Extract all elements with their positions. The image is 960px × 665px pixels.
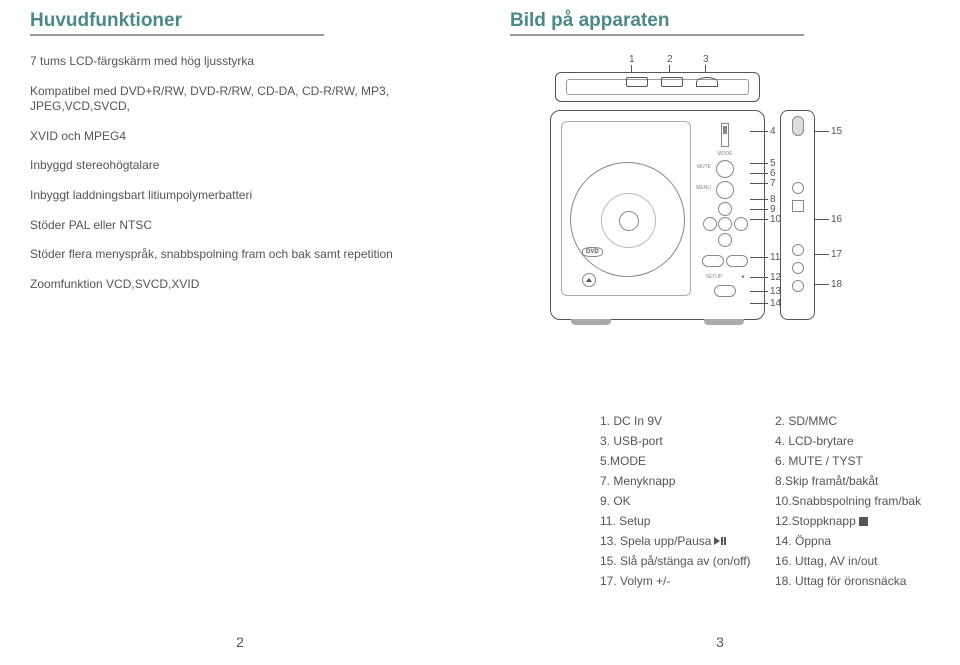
callout-2: 2	[667, 54, 673, 65]
callout-legend: 1. DC In 9V 2. SD/MMC 3. USB-port 4. LCD…	[510, 414, 930, 588]
callout-7: 7	[750, 178, 778, 189]
mute-label: MUTE	[697, 164, 711, 170]
legend-item: 7. Menyknapp	[600, 474, 755, 488]
device-front-view: DVD MODE MUTE MENU SETUP	[550, 110, 765, 320]
eject-icon	[582, 273, 596, 287]
play-button	[714, 285, 736, 297]
legend-item: 14. Öppna	[775, 534, 930, 548]
legend-item: 16. Uttag, AV in/out	[775, 554, 930, 568]
feature-item: Inbyggd stereohögtalare	[30, 158, 450, 174]
callout-13: 13	[750, 286, 783, 297]
left-section-title: Huvudfunktioner	[30, 10, 324, 36]
stop-icon	[859, 517, 868, 526]
setup-button	[702, 255, 724, 267]
mode-label: MODE	[718, 151, 733, 157]
legend-item: 13. Spela upp/Pausa	[600, 534, 755, 548]
feature-item: Stöder flera menyspråk, snabbspolning fr…	[30, 247, 450, 263]
page-number-left: 2	[236, 634, 244, 650]
device-side-view	[780, 110, 815, 320]
dpad	[703, 202, 748, 247]
legend-item: 9. OK	[600, 494, 755, 508]
legend-item: 15. Slå på/stänga av (on/off)	[600, 554, 755, 568]
feature-item: 7 tums LCD-färgskärm med hög ljusstyrka	[30, 54, 450, 70]
callout-1: 1	[629, 54, 635, 65]
legend-item: 8.Skip framåt/bakåt	[775, 474, 930, 488]
callout-11: 11	[750, 252, 782, 263]
device-diagram: 1 2 3 DVD	[515, 54, 875, 344]
lcd-switch	[721, 123, 729, 147]
legend-item: 3. USB-port	[600, 434, 755, 448]
feature-item: Stöder PAL eller NTSC	[30, 218, 450, 234]
right-section-title: Bild på apparaten	[510, 10, 804, 36]
menu-label: MENU	[696, 185, 711, 191]
legend-item: 10.Snabbspolning fram/bak	[775, 494, 930, 508]
legend-item: 6. MUTE / TYST	[775, 454, 930, 468]
legend-item: 18. Uttag för öronsnäcka	[775, 574, 930, 588]
legend-item: 2. SD/MMC	[775, 414, 930, 428]
callout-10: 10	[750, 214, 783, 225]
callout-16: 16	[815, 214, 844, 225]
page-number-right: 3	[716, 634, 724, 650]
callout-3: 3	[703, 54, 709, 65]
callout-15: 15	[815, 126, 844, 137]
dvd-logo: DVD	[582, 247, 603, 257]
legend-item: 1. DC In 9V	[600, 414, 755, 428]
callout-14: 14	[750, 298, 783, 309]
mode-button: MUTE	[716, 160, 734, 178]
callout-18: 18	[815, 279, 844, 290]
legend-item: 12.Stoppknapp	[775, 514, 930, 528]
legend-item: 5.MODE	[600, 454, 755, 468]
callout-17: 17	[815, 249, 844, 260]
legend-item: 11. Setup	[600, 514, 755, 528]
callout-4: 4	[750, 126, 778, 137]
feature-item: Inbyggt laddningsbart litiumpolymerbatte…	[30, 188, 450, 204]
device-top-view	[555, 72, 760, 102]
feature-item: Kompatibel med DVD+R/RW, DVD-R/RW, CD-DA…	[30, 84, 450, 115]
stop-button	[726, 255, 748, 267]
legend-item: 4. LCD-brytare	[775, 434, 930, 448]
callout-12: 12	[750, 272, 783, 283]
legend-item: 17. Volym +/-	[600, 574, 755, 588]
control-column: MODE MUTE MENU SETUP■	[696, 123, 754, 304]
feature-item: Zoomfunktion VCD,SVCD,XVID	[30, 277, 450, 293]
feature-item: XVID och MPEG4	[30, 129, 450, 145]
mute-button: MENU	[716, 181, 734, 199]
play-pause-icon	[714, 537, 726, 545]
